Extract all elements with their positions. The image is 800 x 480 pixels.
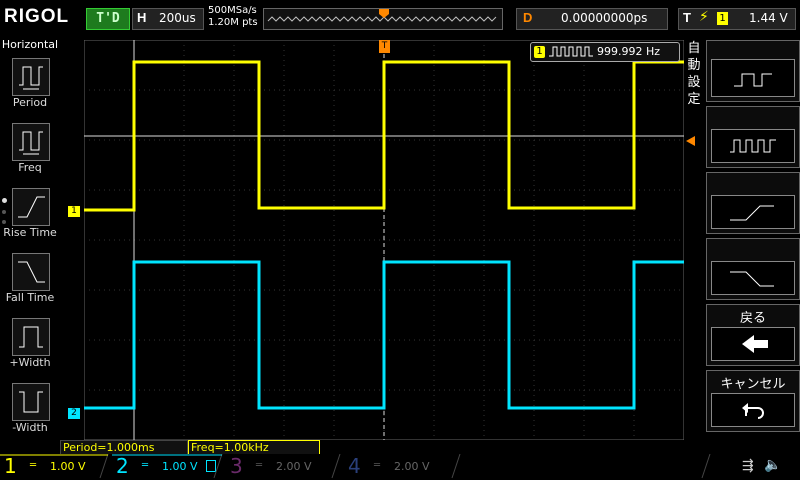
trigger-level-marker[interactable]	[686, 136, 695, 146]
measure-fall-time-button[interactable]: Fall Time	[0, 253, 60, 313]
memory-depth: 1.20M pts	[208, 17, 258, 28]
single-pulse-icon	[711, 59, 795, 97]
single-pulse-softkey[interactable]	[706, 40, 800, 102]
falling-edge-icon	[711, 261, 795, 295]
falling-edge-softkey[interactable]	[706, 238, 800, 300]
waveform-display[interactable]	[84, 40, 684, 440]
measure-plus-width-button[interactable]: +Width	[0, 318, 60, 378]
top-status-bar: RIGOL T'D H 200us 500MSa/s 1.20M pts D 0…	[0, 0, 800, 36]
period-icon	[12, 58, 50, 96]
pulse-train-icon	[711, 129, 795, 163]
freq-counter-value: 999.992 Hz	[597, 45, 661, 58]
plus-width-label: +Width	[9, 356, 51, 369]
trigger-channel-badge: 1	[717, 12, 728, 25]
trigger-box[interactable]: T ⚡ 1 1.44 V	[678, 8, 796, 30]
freq-channel-badge: 1	[534, 46, 545, 58]
trigger-status-badge: T'D	[86, 8, 130, 30]
measure-period-button[interactable]: Period	[0, 58, 60, 118]
measure-minus-width-button[interactable]: -Width	[0, 383, 60, 443]
pulse-train-mini-icon	[549, 46, 593, 57]
undo-icon	[711, 393, 795, 427]
period-label: Period	[12, 96, 48, 109]
trigger-position-marker[interactable]: T	[379, 40, 390, 53]
cancel-label: キャンセル	[720, 377, 786, 392]
delay-value: 0.00000000ps	[561, 11, 648, 25]
memory-waveform-overview	[263, 8, 503, 30]
back-softkey[interactable]: 戻る	[706, 304, 800, 366]
horizontal-key: H	[137, 10, 147, 25]
freq-label: Freq	[18, 161, 42, 174]
rising-edge-trigger-icon: ⚡	[699, 9, 709, 25]
rising-edge-softkey[interactable]	[706, 172, 800, 234]
delay-key: D	[523, 10, 533, 25]
pulse-train-softkey[interactable]	[706, 106, 800, 168]
rise-time-icon	[12, 188, 50, 226]
right-softkey-menu: 戻る キャンセル	[704, 36, 800, 444]
back-label: 戻る	[739, 311, 766, 326]
ch2-offset-marker[interactable]: 2	[68, 408, 80, 419]
measure-freq-button[interactable]: Freq	[0, 123, 60, 183]
rigol-logo: RIGOL	[4, 6, 70, 27]
auto-setup-label: 自動設定	[687, 41, 701, 107]
left-menu-title: Horizontal	[1, 38, 59, 51]
frequency-counter-label: 1 999.992 Hz	[530, 42, 680, 62]
trigger-level: 1.44 V	[749, 11, 788, 25]
sample-rate: 500MSa/s	[208, 5, 257, 16]
minus-width-icon	[12, 383, 50, 421]
back-arrow-icon	[711, 327, 795, 361]
timebase-box[interactable]: H 200us	[132, 8, 204, 30]
overview-trigger-marker	[379, 9, 389, 18]
menu-page-dot	[2, 220, 6, 224]
fall-time-icon	[12, 253, 50, 291]
acquisition-info: 500MSa/s 1.20M pts	[208, 5, 258, 29]
minus-width-label: -Width	[12, 421, 48, 434]
measure-rise-time-button[interactable]: Rise Time	[0, 188, 60, 248]
channel-status-bar: 1 ═ 1.00 V 2 ═ 1.00 V 3 ═ 2.00 V 4 ═ 2.0…	[0, 454, 800, 480]
ch1-offset-marker[interactable]: 1	[68, 206, 80, 217]
delay-box[interactable]: D 0.00000000ps	[516, 8, 668, 30]
cancel-softkey[interactable]: キャンセル	[706, 370, 800, 432]
plus-width-icon	[12, 318, 50, 356]
menu-page-dot-active	[2, 198, 7, 203]
overview-waveform	[267, 16, 497, 22]
trigger-key: T	[683, 10, 691, 25]
channel-bar-dividers	[0, 454, 711, 479]
rise-time-label: Rise Time	[3, 226, 57, 239]
timebase-value: 200us	[159, 11, 196, 25]
graticule	[84, 40, 684, 440]
freq-icon	[12, 123, 50, 161]
fall-time-label: Fall Time	[5, 291, 55, 304]
menu-page-dot	[2, 210, 6, 214]
rising-edge-icon	[711, 195, 795, 229]
